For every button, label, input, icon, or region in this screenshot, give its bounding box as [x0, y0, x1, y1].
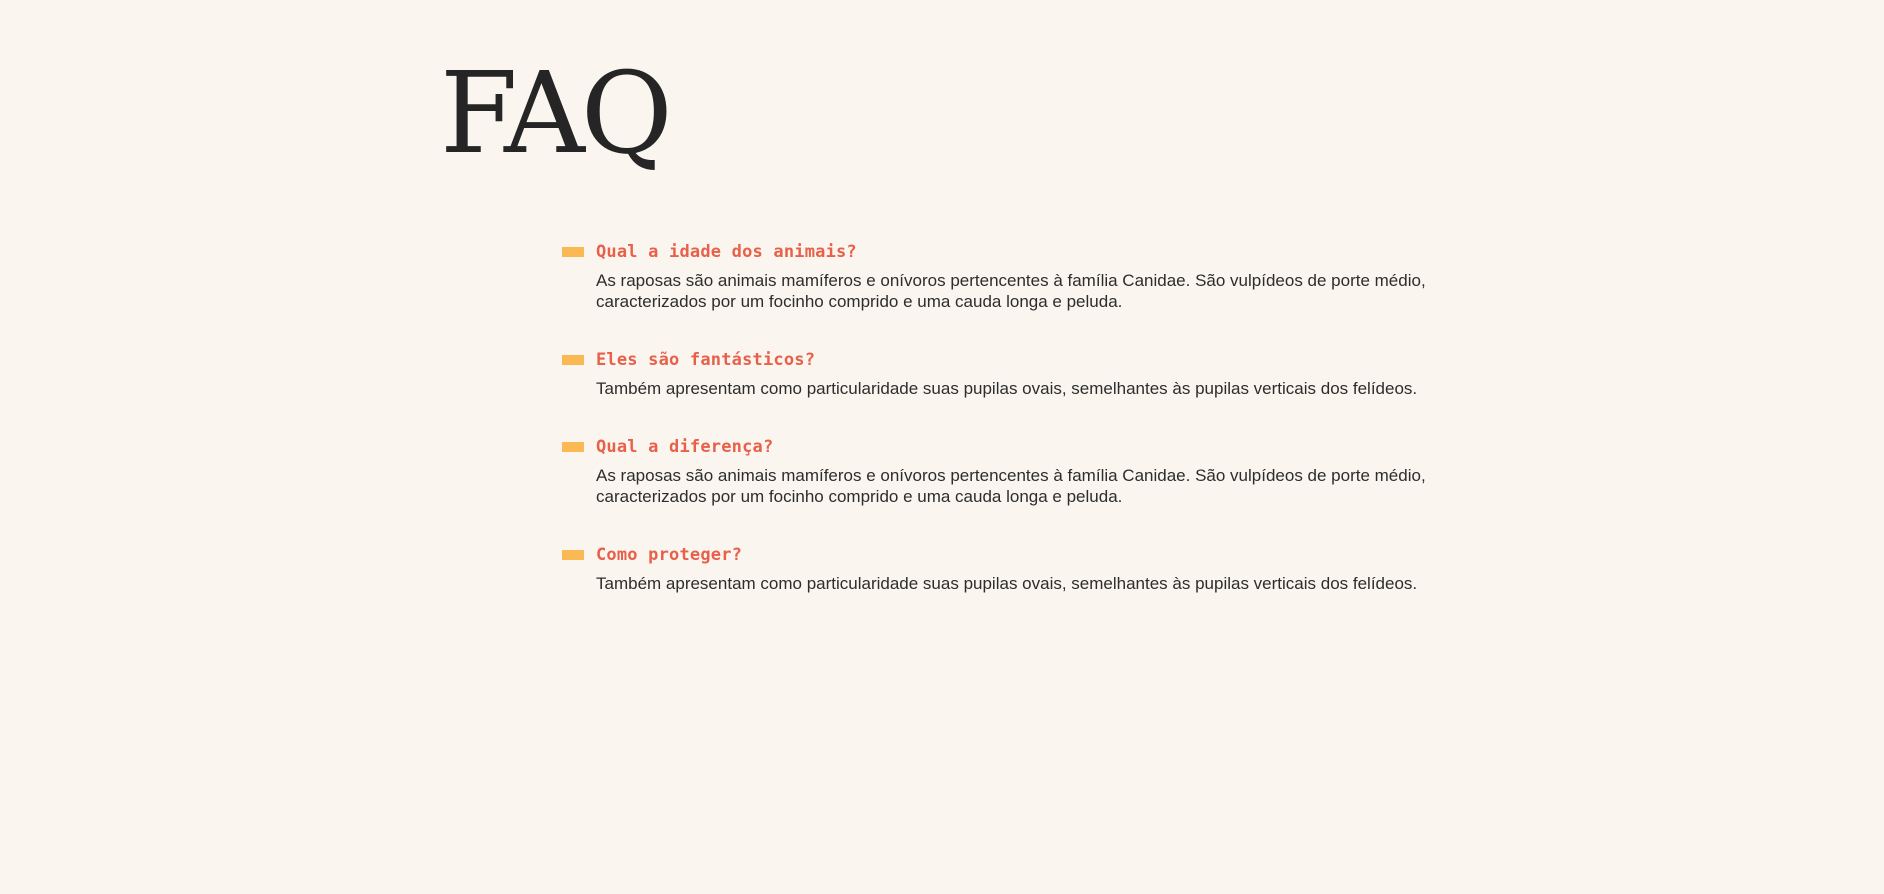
faq-item: Qual a diferença? As raposas são animais…: [562, 435, 1432, 507]
faq-answer: As raposas são animais mamíferos e onívo…: [596, 271, 1426, 311]
bullet-marker-icon: [562, 550, 584, 560]
bullet-marker-icon: [562, 247, 584, 257]
faq-item: Como proteger? Também apresentam como pa…: [562, 543, 1432, 594]
page-title: FAQ: [440, 49, 673, 179]
faq-question: Qual a diferença?: [596, 437, 774, 457]
faq-question: Eles são fantásticos?: [596, 350, 816, 370]
bullet-marker-icon: [562, 442, 584, 452]
faq-list: Qual a idade dos animais? As raposas são…: [562, 240, 1432, 630]
faq-question: Qual a idade dos animais?: [596, 242, 857, 262]
bullet-marker-icon: [562, 355, 584, 365]
faq-item: Qual a idade dos animais? As raposas são…: [562, 240, 1432, 312]
faq-answer: Também apresentam como particularidade s…: [596, 574, 1418, 593]
faq-answer: As raposas são animais mamíferos e onívo…: [596, 466, 1426, 506]
faq-answer: Também apresentam como particularidade s…: [596, 379, 1418, 398]
faq-question: Como proteger?: [596, 545, 743, 565]
faq-item: Eles são fantásticos? Também apresentam …: [562, 348, 1432, 399]
